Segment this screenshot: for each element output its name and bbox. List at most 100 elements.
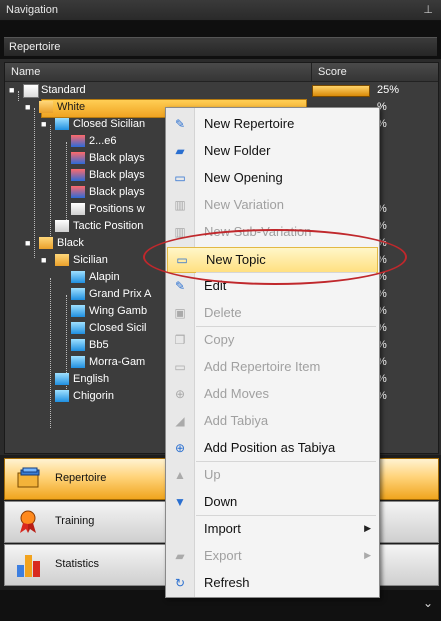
- nav-statistics-label: Statistics: [55, 558, 100, 570]
- opening-icon: [71, 322, 85, 334]
- tree-row-label: Closed Sicilian: [73, 118, 146, 130]
- menu-item-up: ▲ Up: [166, 463, 379, 487]
- import-icon: [173, 522, 187, 536]
- opening-icon: [71, 271, 85, 283]
- tree-row-label: Closed Sicil: [89, 322, 147, 334]
- add-item-icon: ▭: [174, 360, 186, 374]
- delete-icon: ▣: [174, 306, 186, 320]
- tab-repertoire[interactable]: Repertoire: [4, 37, 437, 56]
- add-position-icon: ⊕: [174, 441, 186, 455]
- tree-row[interactable]: ■ Standard 25%: [5, 82, 438, 99]
- tree-column-header: Name Score: [5, 63, 438, 82]
- menu-item-label: Export: [204, 548, 242, 563]
- expander-icon[interactable]: ■: [9, 86, 17, 95]
- chevron-down-icon[interactable]: ⌄: [423, 596, 433, 610]
- new-topic-icon: ▭: [176, 253, 188, 267]
- positions-icon: [71, 203, 85, 215]
- refresh-icon: ↻: [174, 576, 186, 590]
- submenu-arrow-icon: ▶: [364, 523, 371, 533]
- expander-icon[interactable]: ■: [41, 120, 49, 129]
- new-folder-icon: ▰: [175, 144, 185, 158]
- up-arrow-icon: ▲: [174, 468, 186, 482]
- menu-separator: [196, 461, 376, 462]
- tree-row-label: Standard: [41, 84, 86, 96]
- tree-row-label: Black plays: [89, 152, 145, 164]
- opening-icon: [71, 305, 85, 317]
- menu-item-new-opening[interactable]: ▭ New Opening: [166, 166, 379, 190]
- menu-separator: [196, 272, 376, 273]
- tree-row-label: White: [57, 101, 86, 113]
- menu-item-import[interactable]: Import ▶: [166, 517, 379, 541]
- nav-repertoire-label: Repertoire: [55, 472, 107, 484]
- expander-icon[interactable]: ■: [25, 103, 33, 112]
- variation-icon: [71, 135, 85, 147]
- menu-item-label: Up: [204, 467, 221, 482]
- pin-icon[interactable]: ⊥: [423, 3, 433, 16]
- tree-row-label: Black plays: [89, 169, 145, 181]
- menu-item-label: Add Position as Tabiya: [204, 440, 336, 455]
- opening-icon: [71, 339, 85, 351]
- repertoire-tab-header: Repertoire: [0, 21, 441, 59]
- variation-icon: [71, 152, 85, 164]
- menu-item-label: New Sub-Variation: [204, 224, 312, 239]
- menu-item-edit[interactable]: ✎ Edit: [166, 274, 379, 298]
- tree-row-label: English: [73, 373, 110, 385]
- ribbon-icon: [15, 510, 43, 534]
- column-name[interactable]: Name: [11, 66, 40, 78]
- menu-item-new-repertoire[interactable]: ✎ New Repertoire: [166, 112, 379, 136]
- menu-item-label: Import: [204, 521, 241, 536]
- edit-icon: ✎: [174, 279, 186, 293]
- variation-icon: [71, 186, 85, 198]
- menu-separator: [196, 515, 376, 516]
- folder-icon: [39, 101, 53, 113]
- menu-item-label: Down: [204, 494, 238, 509]
- menu-item-add-tabiya: ◢ Add Tabiya: [166, 409, 379, 433]
- context-menu: ✎ New Repertoire ▰ New Folder ▭ New Opening ▥ N…: [165, 107, 380, 598]
- book-icon: [23, 84, 39, 98]
- export-icon: ▰: [175, 549, 185, 563]
- tree-row-label: Bb5: [89, 339, 109, 351]
- opening-icon: [55, 373, 69, 385]
- menu-item-label: Delete: [204, 305, 242, 320]
- menu-separator: [196, 326, 376, 327]
- score-value: 25%: [377, 84, 400, 96]
- menu-item-add-repertoire-item: ▭ Add Repertoire Item: [166, 355, 379, 379]
- menu-item-new-folder[interactable]: ▰ New Folder: [166, 139, 379, 163]
- menu-item-label: New Repertoire: [204, 116, 295, 131]
- add-moves-icon: ⊕: [174, 387, 186, 401]
- opening-icon: [71, 288, 85, 300]
- menu-item-label: Edit: [204, 278, 227, 293]
- menu-item-label: Add Moves: [204, 386, 270, 401]
- folder-icon: [55, 254, 69, 266]
- panel-title: Navigation: [6, 4, 58, 16]
- copy-icon: ❐: [174, 333, 186, 347]
- menu-item-new-topic[interactable]: ▭ New Topic: [167, 247, 378, 273]
- variation-icon: [71, 169, 85, 181]
- new-opening-icon: ▭: [174, 171, 186, 185]
- menu-item-label: New Folder: [204, 143, 271, 158]
- column-score-cell[interactable]: Score: [311, 63, 438, 81]
- menu-item-copy: ❐ Copy: [166, 328, 379, 352]
- panel-titlebar: Navigation ⊥: [0, 0, 441, 21]
- menu-item-export: ▰ Export ▶: [166, 544, 379, 568]
- menu-item-down[interactable]: ▼ Down: [166, 490, 379, 514]
- tab-label: Repertoire: [9, 41, 61, 53]
- menu-item-add-position-as-tabiya[interactable]: ⊕ Add Position as Tabiya: [166, 436, 379, 460]
- expander-icon[interactable]: ■: [25, 239, 33, 248]
- tree-row-label: 2...e6: [89, 135, 117, 147]
- score-bar: [312, 85, 370, 97]
- tree-row-label: Alapin: [89, 271, 120, 283]
- tree-row-label: Tactic Position: [73, 220, 144, 232]
- menu-item-new-variation: ▥ New Variation: [166, 193, 379, 217]
- submenu-arrow-icon: ▶: [364, 550, 371, 560]
- menu-item-label: Add Repertoire Item: [204, 359, 321, 374]
- column-score: Score: [318, 66, 347, 78]
- tree-row-label: Wing Gamb: [89, 305, 148, 317]
- expander-icon[interactable]: ■: [41, 256, 49, 265]
- menu-item-label: New Opening: [204, 170, 283, 185]
- menu-item-label: New Variation: [204, 197, 284, 212]
- tree-row-label: Black: [57, 237, 84, 249]
- tree-row-label: Morra-Gam: [89, 356, 146, 368]
- new-variation-icon: ▥: [174, 198, 186, 212]
- menu-item-refresh[interactable]: ↻ Refresh: [166, 571, 379, 595]
